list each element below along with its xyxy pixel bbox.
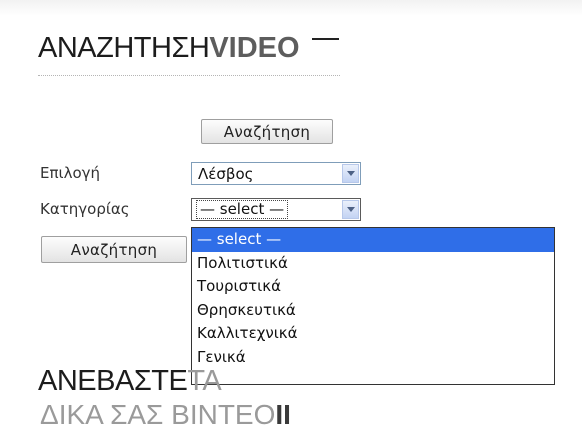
chevron-down-icon[interactable] [342,164,359,183]
heading-regular-text: ΑΝΑΖΗΤΗΣΗ [38,32,210,64]
upload-heading-second-line: ΔΙΚΑ ΣΑΣ ΒΙΝΤΕΟII [40,401,291,429]
category-dropdown-list[interactable]: — select — Πολιτιστικά Τουριστικά Θρησκε… [191,227,555,385]
selection-label: Επιλογή [40,164,101,182]
category-select[interactable]: — select — [191,198,361,221]
upload-heading-line2-text: ΔΙΚΑ ΣΑΣ ΒΙΝΤΕΟ [40,399,276,430]
dropdown-option-select[interactable]: — select — [192,228,554,252]
dropdown-option-cultural[interactable]: Πολιτιστικά [192,252,554,276]
chevron-down-icon[interactable] [342,200,359,219]
selection-value: Λέσβος [198,165,254,183]
dropdown-option-general[interactable]: Γενικά [192,346,554,370]
search-button-top[interactable]: Αναζήτηση [201,119,333,144]
upload-heading: ΑΝΕΒΑΣΤΕΤΑ [38,365,222,397]
heading-underline [38,75,340,76]
category-label: Κατηγορίας [40,200,130,218]
upload-heading-part1: ΑΝΕΒΑΣΤΕ [38,365,188,397]
heading-dash [312,38,339,40]
category-value: — select — [196,200,289,219]
top-fade [0,0,582,16]
search-video-heading: ΑΝΑΖΗΤΗΣΗVIDEO [38,34,300,63]
dropdown-option-religious[interactable]: Θρησκευτικά [192,299,554,323]
selection-select[interactable]: Λέσβος [191,162,361,185]
heading-bold-text: VIDEO [209,32,300,64]
dropdown-option-artistic[interactable]: Καλλιτεχνικά [192,322,554,346]
upload-heading-part2: ΤΑ [187,365,222,397]
upload-heading-line2-bold: II [275,399,291,430]
search-button-left[interactable]: Αναζήτηση [41,236,187,263]
dropdown-option-tourist[interactable]: Τουριστικά [192,275,554,299]
